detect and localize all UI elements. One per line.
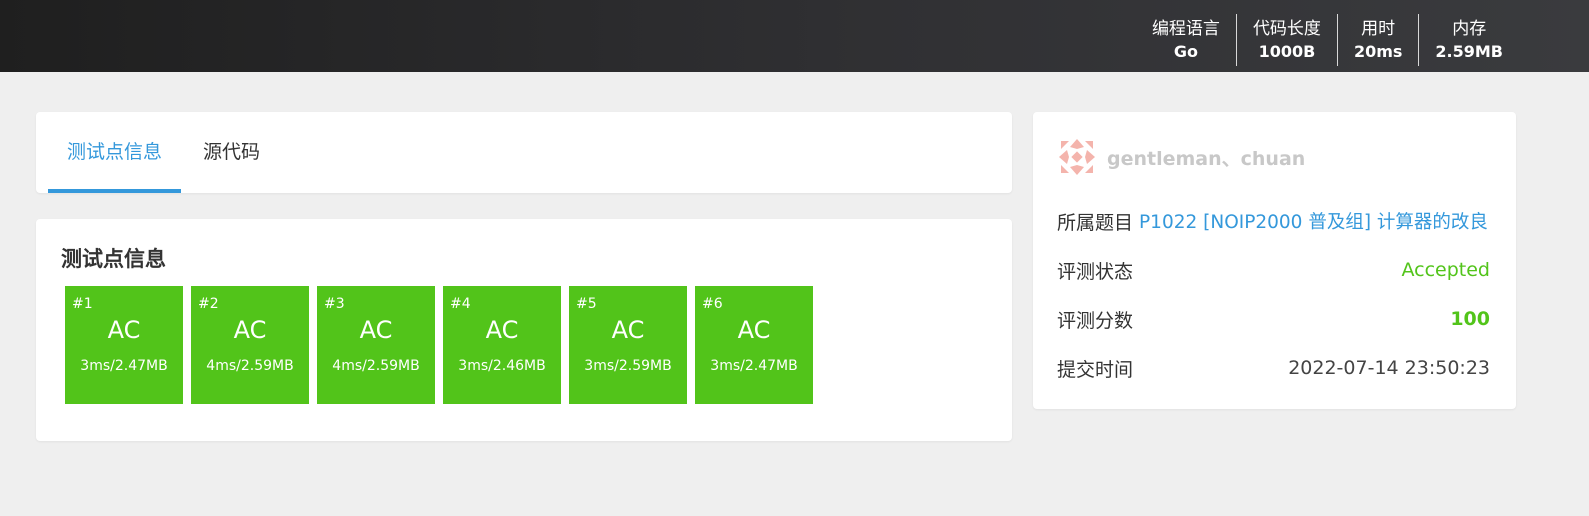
stat-value: 20ms — [1353, 42, 1403, 61]
testcase-tile[interactable]: #2 AC 4ms/2.59MB — [191, 286, 309, 404]
stat-label: 代码长度 — [1252, 19, 1321, 39]
status-label: 评测状态 — [1057, 260, 1134, 283]
score-row: 评测分数 100 — [1057, 305, 1490, 333]
tab-testcase-info[interactable]: 测试点信息 — [48, 112, 181, 193]
testcase-tile[interactable]: #5 AC 3ms/2.59MB — [569, 286, 687, 404]
stat-label: 用时 — [1361, 19, 1396, 39]
testcase-status: AC — [107, 316, 141, 344]
testcase-status: AC — [737, 316, 771, 344]
score-label: 评测分数 — [1057, 309, 1134, 332]
testcases-card: 测试点信息 #1 AC 3ms/2.47MB #2 AC 4ms/2.59MB … — [36, 219, 1012, 441]
testcase-detail: 3ms/2.46MB — [458, 358, 546, 374]
user-row[interactable]: gentleman、chuan — [1057, 137, 1305, 177]
testcase-id: #6 — [702, 296, 723, 312]
testcase-id: #5 — [576, 296, 597, 312]
tabs-card: 测试点信息 源代码 — [36, 112, 1012, 193]
stat-memory: 内存 2.59MB — [1418, 14, 1519, 66]
stat-code-length: 代码长度 1000B — [1235, 14, 1337, 66]
stat-time: 用时 20ms — [1336, 14, 1418, 66]
testcase-detail: 4ms/2.59MB — [206, 358, 294, 374]
testcase-detail: 3ms/2.47MB — [80, 358, 168, 374]
testcase-status: AC — [611, 316, 645, 344]
tab-source-code[interactable]: 源代码 — [203, 112, 260, 193]
stat-value: 1000B — [1258, 42, 1316, 61]
stat-value: Go — [1173, 42, 1198, 61]
testcase-tile[interactable]: #6 AC 3ms/2.47MB — [695, 286, 813, 404]
testcase-detail: 3ms/2.47MB — [710, 358, 798, 374]
section-title: 测试点信息 — [61, 247, 166, 271]
stat-label: 内存 — [1452, 19, 1487, 39]
submission-info-card: gentleman、chuan 所属题目 P1022 [NOIP2000 普及组… — [1033, 112, 1516, 409]
testcase-tile[interactable]: #3 AC 4ms/2.59MB — [317, 286, 435, 404]
stat-value: 2.59MB — [1435, 42, 1503, 61]
problem-label: 所属题目 — [1057, 211, 1134, 234]
testcase-status: AC — [485, 316, 519, 344]
username[interactable]: gentleman、chuan — [1107, 144, 1305, 171]
problem-row: 所属题目 P1022 [NOIP2000 普及组] 计算器的改良 — [1057, 207, 1490, 235]
testcase-status: AC — [233, 316, 267, 344]
stat-language: 编程语言 Go — [1136, 14, 1236, 66]
testcase-tile[interactable]: #4 AC 3ms/2.46MB — [443, 286, 561, 404]
submission-stats: 编程语言 Go 代码长度 1000B 用时 20ms 内存 2.59MB — [1136, 14, 1519, 66]
testcase-list: #1 AC 3ms/2.47MB #2 AC 4ms/2.59MB #3 AC … — [65, 286, 813, 404]
submit-time-label: 提交时间 — [1057, 358, 1134, 381]
submit-time-row: 提交时间 2022-07-14 23:50:23 — [1057, 354, 1490, 382]
problem-link[interactable]: P1022 [NOIP2000 普及组] 计算器的改良 — [1139, 208, 1488, 234]
testcase-id: #3 — [324, 296, 345, 312]
testcase-id: #1 — [72, 296, 93, 312]
status-value: Accepted — [1401, 259, 1490, 281]
testcase-id: #4 — [450, 296, 471, 312]
identicon-avatar-icon — [1059, 139, 1095, 175]
submit-time-value: 2022-07-14 23:50:23 — [1288, 357, 1490, 379]
stat-label: 编程语言 — [1151, 19, 1220, 39]
testcase-detail: 3ms/2.59MB — [584, 358, 672, 374]
testcase-id: #2 — [198, 296, 219, 312]
testcase-tile[interactable]: #1 AC 3ms/2.47MB — [65, 286, 183, 404]
score-value: 100 — [1450, 308, 1490, 330]
testcase-detail: 4ms/2.59MB — [332, 358, 420, 374]
status-row: 评测状态 Accepted — [1057, 256, 1490, 284]
header-bar: 编程语言 Go 代码长度 1000B 用时 20ms 内存 2.59MB — [0, 0, 1589, 72]
testcase-status: AC — [359, 316, 393, 344]
